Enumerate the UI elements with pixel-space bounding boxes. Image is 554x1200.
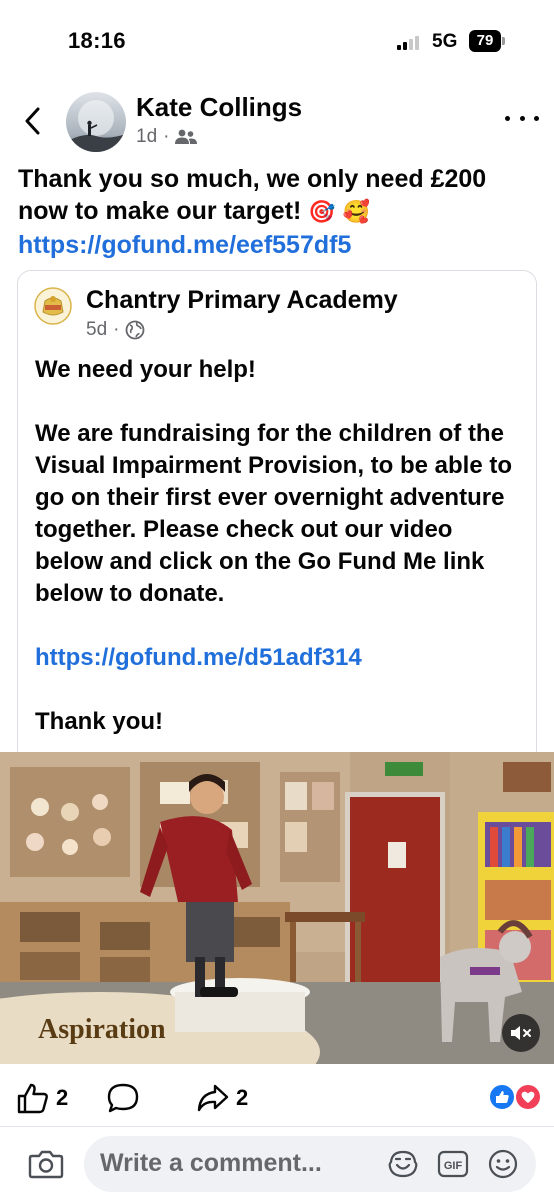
emoji-button[interactable] (486, 1148, 520, 1180)
page-logo[interactable] (34, 287, 72, 325)
like-reaction-icon (488, 1083, 516, 1111)
shared-page-name[interactable]: Chantry Primary Academy (86, 286, 398, 315)
status-time: 18:16 (68, 28, 126, 53)
comment-button[interactable] (106, 1082, 140, 1114)
comment-bubble-icon (107, 1083, 139, 1113)
share-button[interactable]: 2 (196, 1082, 248, 1114)
comment-input[interactable]: Write a comment... GIF (84, 1136, 536, 1192)
emoji-target: 🎯 (308, 200, 336, 225)
network-label: 5G (432, 31, 458, 52)
shared-line-2: We are fundraising for the children of t… (35, 420, 512, 607)
shared-line-1: We need your help! (35, 356, 256, 383)
svg-text:GIF: GIF (444, 1160, 463, 1172)
author-avatar[interactable] (66, 92, 126, 152)
video-caption: Aspiration (38, 1014, 166, 1045)
speaker-muted-icon (511, 1026, 531, 1040)
status-bar: 18:16 5G 79 (0, 0, 554, 80)
back-button[interactable] (18, 103, 46, 139)
more-options-button[interactable] (505, 108, 539, 128)
love-reaction-icon (514, 1083, 542, 1111)
globe-icon (126, 320, 145, 340)
video-player[interactable]: Aspiration (0, 752, 554, 1064)
gif-icon: GIF (437, 1150, 469, 1178)
reaction-summary[interactable] (486, 1082, 544, 1112)
avatar-sticker-icon (388, 1150, 418, 1178)
chevron-left-icon (25, 107, 40, 135)
share-count: 2 (236, 1085, 249, 1110)
friends-icon (175, 129, 198, 144)
battery-level: 79 (469, 30, 501, 52)
shared-meta: 5d · (86, 319, 145, 341)
signal-icon (397, 36, 425, 50)
post-actions-bar: 2 2 (0, 1070, 554, 1126)
gif-button[interactable]: GIF (436, 1148, 470, 1180)
shared-post-text: We need your help! We are fundraising fo… (35, 354, 527, 738)
smiley-icon (488, 1149, 518, 1179)
like-count: 2 (56, 1085, 69, 1110)
like-button[interactable]: 2 (16, 1082, 68, 1114)
shared-age: 5d (86, 319, 108, 340)
emoji-smiling-hearts: 🥰 (342, 200, 371, 225)
camera-button[interactable] (28, 1148, 64, 1180)
post-text: Thank you so much, we only need £200 now… (18, 163, 538, 261)
share-arrow-icon (197, 1084, 229, 1112)
comment-placeholder: Write a comment... (100, 1149, 322, 1177)
post-age: 1d (136, 126, 158, 147)
shared-link[interactable]: https://gofund.me/d51adf314 (35, 642, 527, 674)
shared-post-card[interactable]: Chantry Primary Academy 5d · We need you… (17, 270, 537, 760)
shared-line-3: Thank you! (35, 708, 164, 735)
author-name[interactable]: Kate Collings (136, 92, 302, 123)
avatar-sticker-button[interactable] (386, 1148, 420, 1180)
camera-icon (28, 1150, 64, 1179)
post-link[interactable]: https://gofund.me/eef557df5 (18, 231, 351, 259)
post-text-main: Thank you so much, we only need £200 now… (18, 165, 487, 225)
battery-icon: 79 (469, 30, 505, 52)
post-meta: 1d · (136, 126, 198, 148)
divider (0, 1126, 554, 1127)
thumbs-up-icon (17, 1083, 48, 1114)
mute-button[interactable] (502, 1014, 540, 1052)
